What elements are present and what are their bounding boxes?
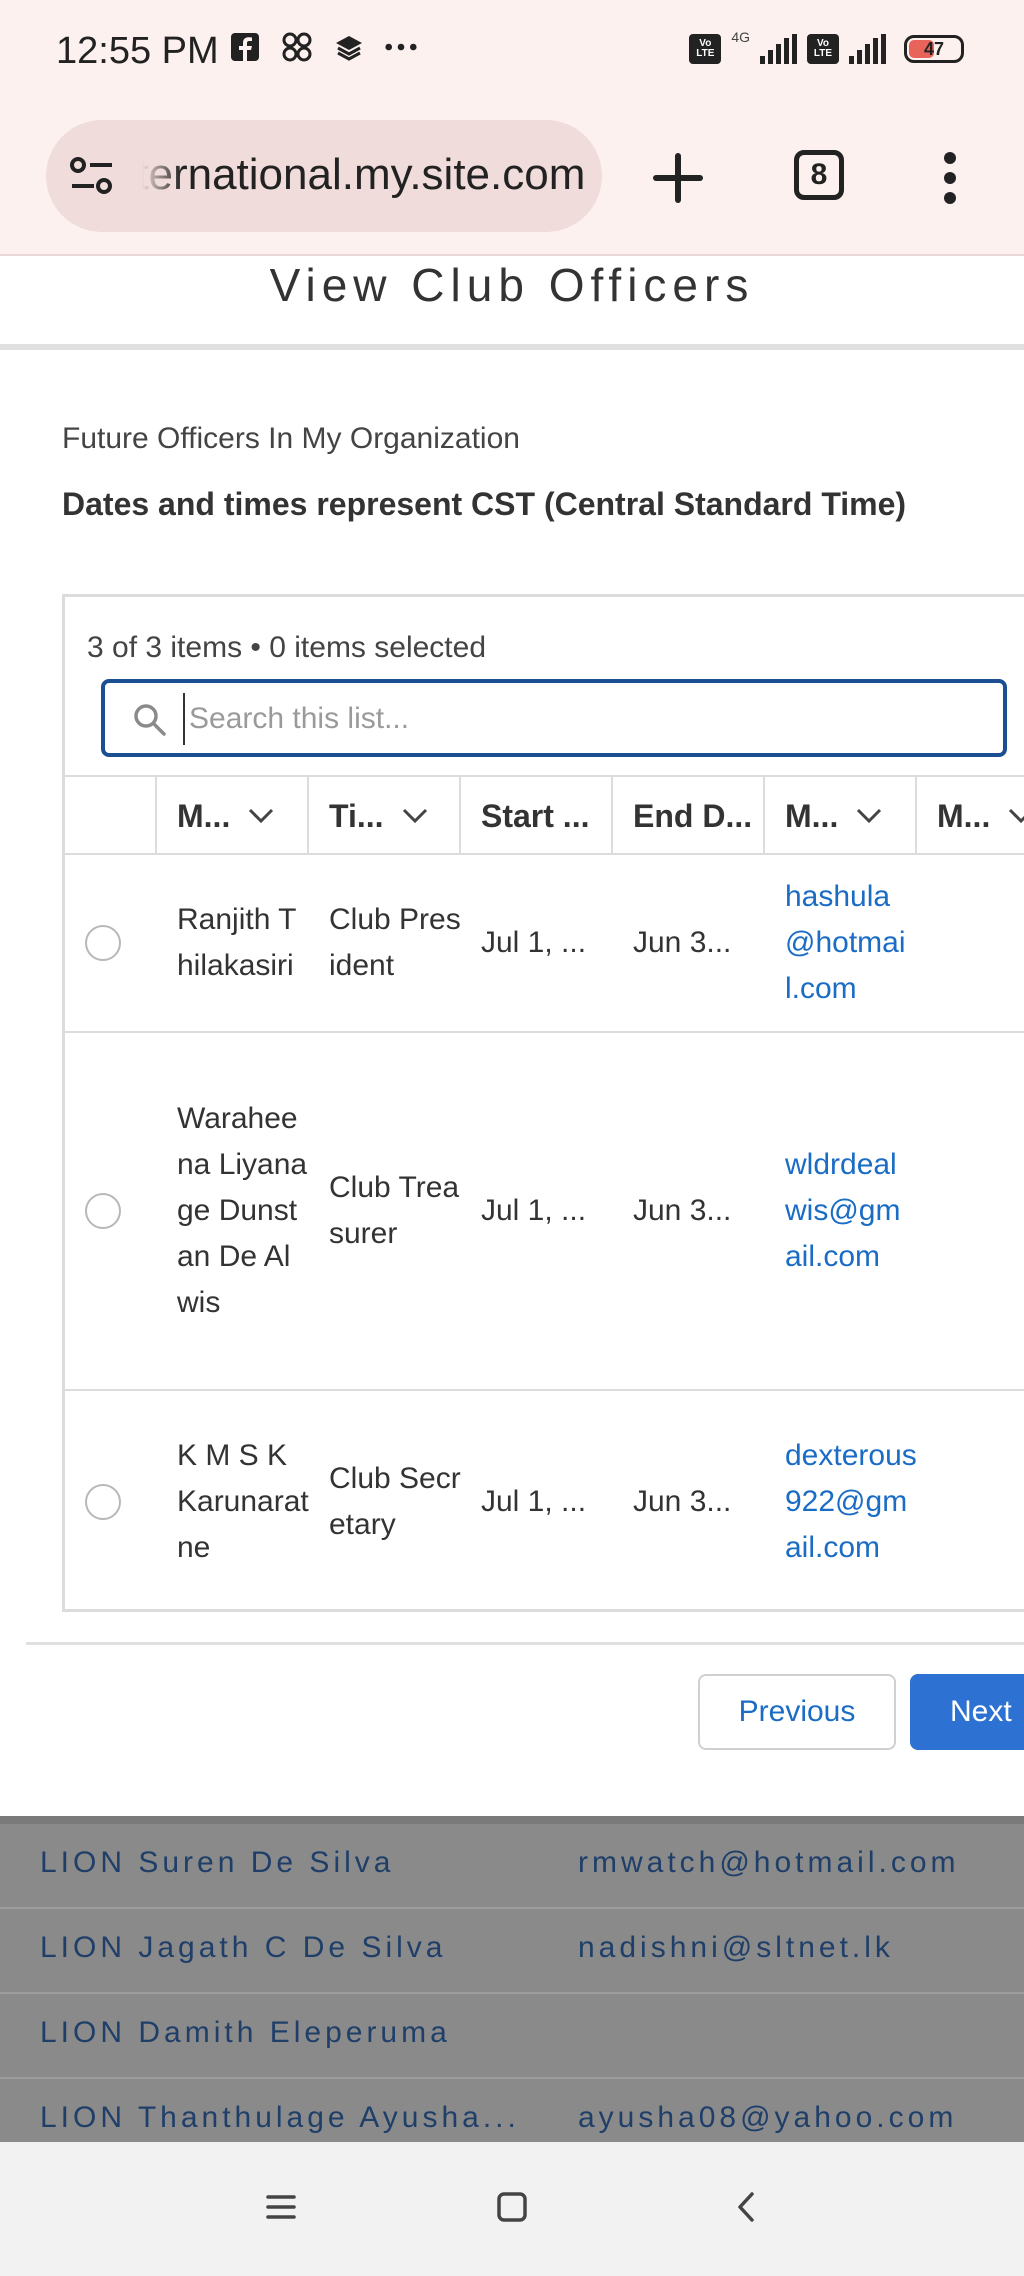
- search-icon: [131, 701, 167, 737]
- item-count: 3 of 3 items • 0 items selected: [87, 631, 487, 664]
- home-icon[interactable]: [487, 2182, 537, 2232]
- officer-email: rmwatch@hotmail.com: [578, 1846, 960, 1879]
- select-column-header: [65, 777, 157, 855]
- email-link[interactable]: hashula@hotmail.com: [765, 874, 917, 1012]
- address-bar[interactable]: international.my.site.com: [46, 120, 602, 232]
- member-name: K M S K Karunaratne: [177, 1439, 309, 1564]
- previous-button[interactable]: Previous: [698, 1674, 896, 1750]
- volte-icon: Vo LTE: [689, 34, 722, 64]
- officers-list-card: 3 of 3 items • 0 items selected M... Ti.…: [62, 594, 1024, 1612]
- apps-icon: [280, 30, 314, 64]
- battery-icon: 47: [904, 35, 964, 63]
- list-item: LION Jagath C De Silva nadishni@sltnet.l…: [0, 1909, 1024, 1994]
- notification-icons: [228, 30, 418, 64]
- column-header-start-date[interactable]: Start ...: [461, 777, 613, 855]
- system-indicators: Vo LTE 4G Vo LTE 47: [689, 29, 964, 64]
- officer-name: LION Damith Eleperuma: [40, 2016, 451, 2049]
- start-date: Jul 1, ...: [481, 1194, 587, 1227]
- row-radio[interactable]: [85, 925, 121, 961]
- system-nav-bar: [0, 2142, 1024, 2276]
- officer-title: Club President: [329, 903, 461, 982]
- tab-switcher-button[interactable]: 8: [794, 150, 844, 200]
- new-tab-icon[interactable]: [650, 150, 706, 206]
- chevron-down-icon: [402, 808, 427, 824]
- officer-email: nadishni@sltnet.lk: [578, 1931, 894, 1964]
- status-bar: 12:55 PM Vo LTE 4G Vo LTE 47: [0, 0, 1024, 108]
- browser-toolbar: international.my.site.com 8: [0, 108, 1024, 256]
- member-name: Waraheena Liyanage Dunstan De Alwis: [177, 1102, 308, 1319]
- officer-name: LION Thanthulage Ayusha...: [40, 2101, 520, 2134]
- menu-icon[interactable]: [256, 2182, 306, 2232]
- table-header: M... Ti... Start ... End D... M... M...: [65, 775, 1024, 855]
- officer-title: Club Treasurer: [329, 1171, 460, 1250]
- column-header-title[interactable]: Ti...: [309, 777, 461, 855]
- table-row[interactable]: K M S K Karunaratne Club Secretary Jul 1…: [65, 1391, 1024, 1613]
- signal-icon: [760, 34, 797, 64]
- volte-icon-2: Vo LTE: [807, 34, 839, 64]
- site-settings-icon[interactable]: [68, 154, 116, 198]
- email-link[interactable]: dexterous922@gmail.com: [765, 1433, 917, 1571]
- start-date: Jul 1, ...: [481, 926, 587, 959]
- officer-name: LION Suren De Silva: [40, 1846, 395, 1879]
- more-dots-icon: [384, 30, 418, 64]
- back-icon[interactable]: [722, 2182, 772, 2232]
- chevron-down-icon: [249, 808, 274, 824]
- timezone-note: Dates and times represent CST (Central S…: [62, 486, 907, 522]
- footer-divider: [26, 1642, 1024, 1645]
- email-link[interactable]: wldrdealwis@gmail.com: [765, 1142, 917, 1280]
- end-date: Jun 3...: [633, 1194, 732, 1227]
- status-time: 12:55 PM: [56, 30, 219, 72]
- column-header-member[interactable]: M...: [157, 777, 309, 855]
- row-select-cell: [65, 925, 157, 961]
- list-item: LION Suren De Silva rmwatch@hotmail.com: [0, 1824, 1024, 1909]
- browser-menu-icon[interactable]: [940, 152, 960, 208]
- url-text: international.my.site.com: [102, 150, 586, 199]
- table-row[interactable]: Waraheena Liyanage Dunstan De Alwis Club…: [65, 1033, 1024, 1391]
- page-header: View Club Officers: [0, 258, 1024, 350]
- list-item: LION Thanthulage Ayusha... ayusha08@yaho…: [0, 2079, 1024, 2142]
- officer-title: Club Secretary: [329, 1462, 461, 1541]
- search-box[interactable]: [101, 679, 1007, 757]
- member-name: Ranjith Thilakasiri: [177, 903, 297, 982]
- search-input[interactable]: [183, 693, 963, 745]
- next-button[interactable]: Next: [910, 1674, 1024, 1750]
- section-label: Future Officers In My Organization: [62, 422, 520, 455]
- background-officer-list: LION Suren De Silva rmwatch@hotmail.com …: [0, 1816, 1024, 2142]
- page-title: View Club Officers: [269, 259, 755, 311]
- row-select-cell: [65, 1484, 157, 1520]
- facebook-icon: [228, 30, 262, 64]
- layers-icon: [332, 30, 366, 64]
- chevron-down-icon: [1009, 808, 1024, 824]
- column-header-end-date[interactable]: End D...: [613, 777, 765, 855]
- start-date: Jul 1, ...: [481, 1485, 587, 1518]
- signal-icon-2: [849, 34, 886, 64]
- chevron-down-icon: [857, 808, 882, 824]
- officer-email: ayusha08@yahoo.com: [578, 2101, 958, 2134]
- end-date: Jun 3...: [633, 926, 732, 959]
- table-row[interactable]: Ranjith Thilakasiri Club President Jul 1…: [65, 855, 1024, 1033]
- battery-level: 47: [923, 39, 945, 59]
- end-date: Jun 3...: [633, 1485, 732, 1518]
- row-select-cell: [65, 1193, 157, 1229]
- officer-name: LION Jagath C De Silva: [40, 1931, 447, 1964]
- network-type: 4G: [731, 29, 750, 45]
- officers-table: M... Ti... Start ... End D... M... M... …: [65, 775, 1024, 1613]
- column-header-extra[interactable]: M...: [917, 777, 1024, 855]
- row-radio[interactable]: [85, 1193, 121, 1229]
- column-header-email[interactable]: M...: [765, 777, 917, 855]
- list-item: LION Damith Eleperuma: [0, 1994, 1024, 2079]
- row-radio[interactable]: [85, 1484, 121, 1520]
